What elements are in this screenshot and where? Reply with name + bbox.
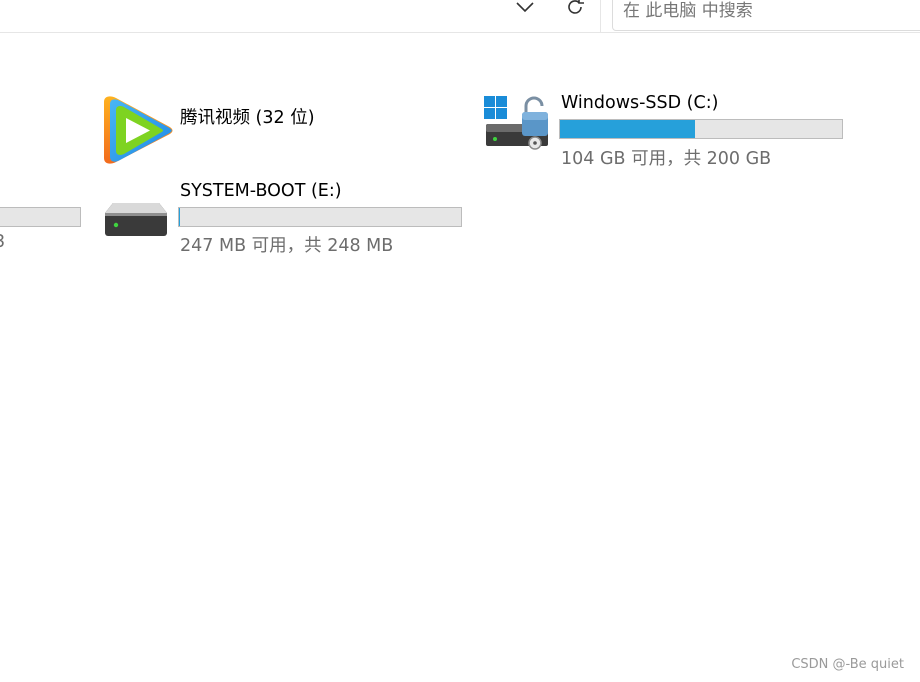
drive-usage-bar [559,119,843,139]
hard-drive-icon [105,203,167,236]
search-box[interactable] [612,0,920,31]
drive-usage-bar [0,207,81,227]
toolbar-divider [600,0,601,32]
drive-usage-bar [178,207,462,227]
drive-space-label: 104 GB 可用，共 200 GB [561,149,772,169]
app-tile-label: 腾讯视频 (32 位) [180,108,315,128]
drive-usage-fill [560,120,696,138]
system-drive-locked-icon [484,96,548,150]
search-input[interactable] [623,0,913,26]
drive-label: SYSTEM-BOOT (E:) [180,181,342,201]
drive-space-label: 3 [0,232,5,252]
drive-usage-fill [179,208,181,226]
watermark: CSDN @-Be quiet [791,657,904,672]
refresh-icon[interactable] [561,0,589,20]
drive-label: Windows-SSD (C:) [561,93,719,113]
address-history-chevron-down-icon[interactable] [512,0,538,20]
tencent-video-icon [104,96,173,164]
drive-space-label: 247 MB 可用，共 248 MB [180,236,394,256]
explorer-toolbar [0,0,920,33]
